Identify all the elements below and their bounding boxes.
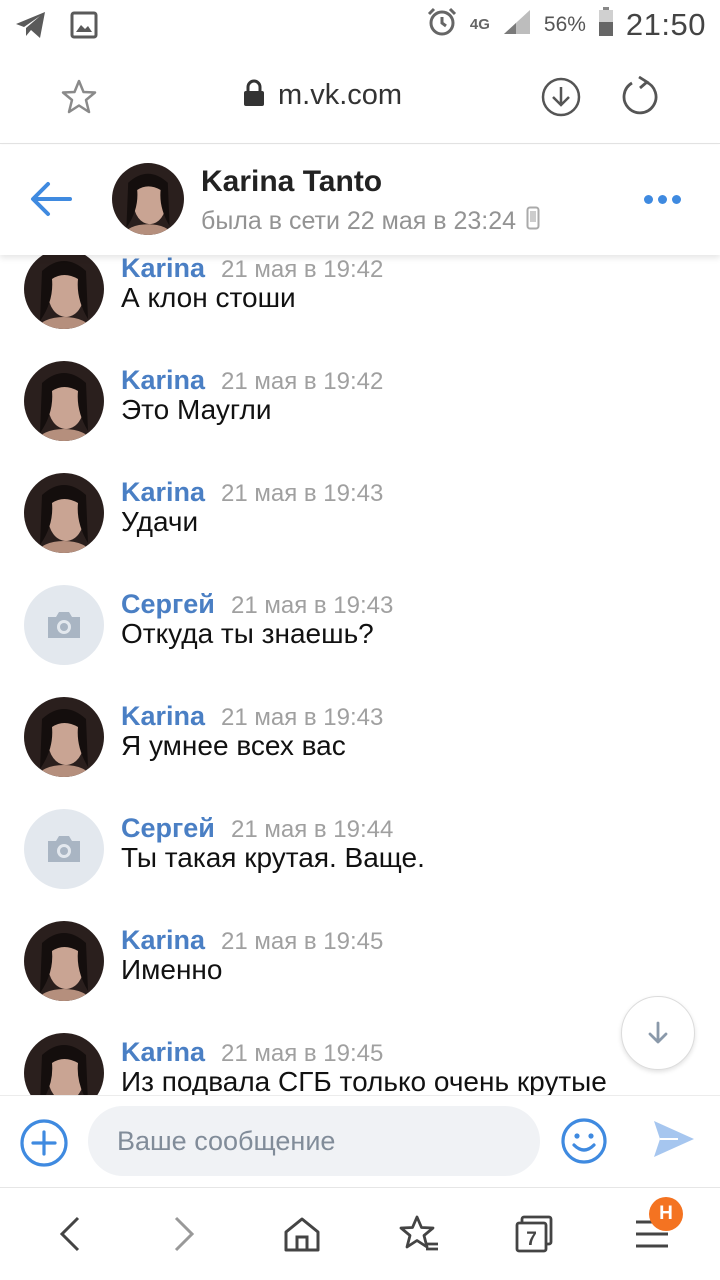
message-item[interactable]: Karina 21 мая в 19:45 Именно — [0, 921, 720, 1033]
message-author[interactable]: Karina — [121, 925, 205, 956]
avatar[interactable] — [24, 697, 104, 777]
message-author[interactable]: Karina — [121, 1037, 205, 1068]
avatar[interactable] — [112, 163, 184, 235]
chat-header: Karina Tanto была в сети 22 мая в 23:24 — [0, 145, 720, 255]
message-time: 21 мая в 19:43 — [221, 704, 384, 731]
back-icon[interactable] — [56, 1214, 82, 1259]
add-attachment-icon[interactable] — [19, 1118, 69, 1173]
battery-percent: 56% — [543, 12, 586, 36]
camera-icon — [48, 836, 80, 862]
browser-bottom-nav: 7 — [0, 1187, 720, 1280]
signal-icon — [502, 8, 532, 41]
avatar[interactable] — [24, 921, 104, 1001]
telegram-icon — [14, 10, 48, 45]
avatar[interactable] — [24, 585, 104, 665]
message-time: 21 мая в 19:45 — [221, 1040, 384, 1067]
avatar[interactable] — [24, 255, 104, 329]
message-text: А клон стоши — [121, 282, 296, 313]
lock-icon — [242, 78, 266, 113]
avatar[interactable] — [24, 473, 104, 553]
message-item[interactable]: Karina 21 мая в 19:43 Удачи — [0, 473, 720, 585]
message-author[interactable]: Karina — [121, 365, 205, 396]
last-seen-status: была в сети 22 мая в 23:24 — [201, 206, 540, 237]
message-author[interactable]: Karina — [121, 477, 205, 508]
tabs-count: 7 — [526, 1229, 537, 1250]
message-list[interactable]: Karina 21 мая в 19:42 А клон стоши Karina 21… — [0, 255, 720, 1095]
home-icon[interactable] — [282, 1214, 322, 1259]
message-author[interactable]: Karina — [121, 701, 205, 732]
avatar[interactable] — [24, 1033, 104, 1095]
message-author[interactable]: Karina — [121, 255, 205, 284]
status-bar-right: 4G 56% 21:50 — [426, 6, 706, 43]
message-input[interactable] — [88, 1106, 540, 1176]
message-text: Именно — [121, 954, 223, 985]
url-text: m.vk.com — [278, 79, 403, 111]
tabs-icon[interactable]: 7 — [514, 1214, 554, 1259]
contact-name: Karina Tanto — [201, 165, 383, 198]
message-composer — [0, 1095, 720, 1187]
message-text: Из подвала СГБ только очень крутые — [121, 1066, 607, 1095]
send-icon[interactable] — [652, 1118, 696, 1165]
message-text: Ты такая крутая. Ваще. — [121, 842, 425, 873]
browser-toolbar: m.vk.com — [0, 52, 720, 144]
avatar[interactable] — [24, 361, 104, 441]
forward-icon[interactable] — [172, 1214, 198, 1259]
message-item[interactable]: Karina 21 мая в 19:42 Это Маугли — [0, 361, 720, 473]
star-icon[interactable] — [60, 78, 98, 121]
message-time: 21 мая в 19:43 — [221, 480, 384, 507]
message-item[interactable]: Сергей 21 мая в 19:43 Откуда ты знаешь? — [0, 585, 720, 697]
avatar[interactable] — [24, 809, 104, 889]
back-arrow-icon[interactable] — [30, 181, 72, 222]
message-time: 21 мая в 19:42 — [221, 368, 384, 395]
message-time: 21 мая в 19:42 — [221, 256, 384, 283]
download-icon[interactable] — [540, 76, 582, 123]
message-text: Это Маугли — [121, 394, 272, 425]
address-bar[interactable]: m.vk.com — [242, 78, 402, 113]
message-time: 21 мая в 19:45 — [221, 928, 384, 955]
message-text: Откуда ты знаешь? — [121, 618, 374, 649]
clock: 21:50 — [625, 6, 706, 42]
arrow-down-icon — [648, 1021, 668, 1044]
message-item[interactable]: Karina 21 мая в 19:42 А клон стоши — [0, 255, 720, 361]
message-author[interactable]: Сергей — [121, 589, 215, 620]
bookmarks-icon[interactable] — [398, 1214, 440, 1259]
more-icon[interactable] — [644, 195, 681, 204]
message-text: Я умнее всех вас — [121, 730, 346, 761]
message-item[interactable]: Karina 21 мая в 19:43 Я умнее всех вас — [0, 697, 720, 809]
message-text: Удачи — [121, 506, 199, 537]
network-type: 4G — [469, 16, 490, 33]
reload-icon[interactable] — [620, 75, 660, 123]
battery-icon — [598, 7, 614, 42]
status-bar-left — [14, 10, 98, 45]
last-seen-text: была в сети 22 мая в 23:24 — [201, 207, 517, 235]
scroll-down-button[interactable] — [621, 996, 695, 1070]
message-time: 21 мая в 19:44 — [231, 816, 394, 843]
camera-icon — [48, 612, 80, 638]
message-item[interactable]: Karina 21 мая в 19:45 Из подвала СГБ тольк… — [0, 1033, 720, 1095]
message-author[interactable]: Сергей — [121, 813, 215, 844]
status-bar: 4G 56% 21:50 — [0, 0, 720, 52]
emoji-icon[interactable] — [560, 1117, 608, 1170]
message-time: 21 мая в 19:43 — [231, 592, 394, 619]
message-item[interactable]: Сергей 21 мая в 19:44 Ты такая крутая. Ващ… — [0, 809, 720, 921]
alarm-icon — [426, 6, 458, 43]
mobile-icon — [526, 206, 540, 237]
notification-badge: H — [649, 1197, 683, 1231]
image-icon — [70, 11, 98, 44]
